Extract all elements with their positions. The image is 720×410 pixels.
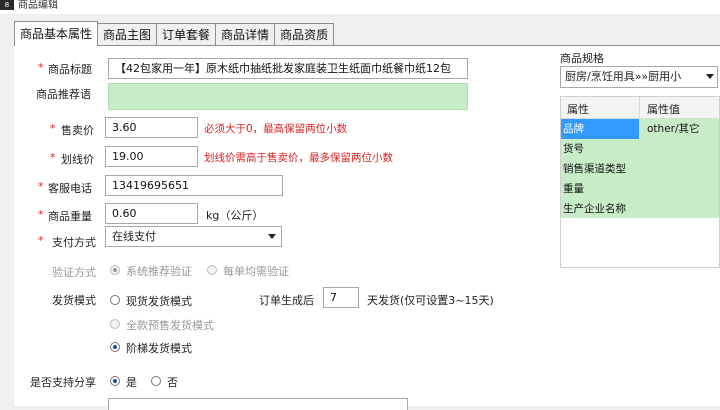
share-yes-label: 是 [126,376,137,389]
strike-price-label: 划线价 [61,153,94,166]
app-icon: 8 [0,0,14,10]
required-mark: * [38,180,44,193]
shipping-presale-radio[interactable] [110,319,120,329]
shipping-spot-label: 现货发货模式 [126,295,192,308]
attr-value[interactable]: other/其它 [647,119,700,139]
col-value-header: 属性值 [647,103,680,116]
table-row[interactable]: 生产企业名称 [561,199,719,219]
weight-input[interactable]: 0.60 [105,203,198,224]
price-input[interactable]: 3.60 [105,117,198,138]
shipping-days-input[interactable]: 7 [323,287,359,308]
required-mark: * [50,151,56,164]
chevron-down-icon [706,74,714,79]
attr-key: 重量 [563,183,584,195]
verify-label: 验证方式 [52,266,96,279]
title-label: 商品标题 [48,63,92,76]
share-no-label: 否 [167,376,178,389]
window-title: 商品编辑 [18,0,58,11]
required-mark: * [38,234,44,247]
shipping-label: 发货模式 [52,294,96,307]
payment-label: 支付方式 [52,236,96,249]
category-select[interactable]: 厨房/烹饪用具»»厨用小 [560,66,718,88]
verify-each-radio[interactable] [207,265,217,275]
weight-label: 商品重量 [48,210,92,223]
tab-product-qualification[interactable]: 商品资质 [274,23,335,46]
verify-each-label: 每单均需验证 [223,265,289,278]
attr-key: 生产企业名称 [563,203,626,215]
shipping-tiered-radio[interactable] [110,342,120,352]
shipping-presale-label: 全款预售发货模式 [126,319,214,332]
recommend-input[interactable] [108,83,468,110]
price-hint: 必须大于0，最高保留两位小数 [204,123,348,135]
tab-strip: 商品基本属性 商品主图 订单套餐 商品详情 商品资质 [14,21,335,46]
tab-main-image[interactable]: 商品主图 [97,23,158,46]
col-attribute-header: 属性 [567,103,589,116]
attribute-table: 属性 属性值 品牌 other/其它 货号 销售渠道类型 重量 生产企业名称 [560,96,720,268]
service-phone-input[interactable]: 13419695651 [105,175,283,196]
window-titlebar: 8 商品编辑 [0,0,720,14]
required-mark: * [38,61,44,74]
attribute-table-header: 属性 属性值 [561,97,719,119]
recommend-label: 商品推荐语 [36,88,91,101]
required-mark: * [50,122,56,135]
tab-content-panel: * 商品标题 【42包家用一年】原木纸巾抽纸批发家庭装卫生纸面巾纸餐巾纸12包 … [14,45,720,410]
attr-key: 品牌 [561,119,639,139]
partial-input-below[interactable] [108,398,408,410]
shipping-after-label: 订单生成后 [259,294,314,307]
chevron-down-icon [268,234,276,239]
table-row[interactable]: 重量 [561,179,719,199]
strike-price-hint: 划线价需高于售卖价，最多保留两位小数 [204,152,393,164]
payment-select[interactable]: 在线支付 [105,226,282,247]
required-mark: * [38,208,44,221]
shipping-spot-radio[interactable] [110,295,120,305]
shipping-tiered-label: 阶梯发货模式 [126,342,192,355]
column-divider [639,97,640,118]
spec-label: 商品规格 [560,52,604,65]
attr-key: 货号 [563,143,584,155]
table-row[interactable]: 销售渠道类型 [561,159,719,179]
table-row[interactable]: 货号 [561,139,719,159]
price-label: 售卖价 [61,124,94,137]
tab-product-details[interactable]: 商品详情 [215,23,276,46]
weight-unit: kg（公斤） [206,209,264,222]
category-selected-value: 厨房/烹饪用具»»厨用小 [565,70,682,83]
tab-basic-attributes[interactable]: 商品基本属性 [14,21,99,46]
attr-key: 销售渠道类型 [563,163,626,175]
share-label: 是否支持分享 [30,376,96,389]
share-no-radio[interactable] [151,376,161,386]
verify-system-label: 系统推荐验证 [126,265,192,278]
service-phone-label: 客服电话 [48,182,92,195]
share-yes-radio[interactable] [110,376,120,386]
strike-price-input[interactable]: 19.00 [105,146,198,167]
title-input[interactable]: 【42包家用一年】原木纸巾抽纸批发家庭装卫生纸面巾纸餐巾纸12包 [108,58,468,79]
shipping-days-hint: 天发货(仅可设置3~15天) [367,294,494,307]
tab-order-package[interactable]: 订单套餐 [156,23,217,46]
attribute-table-body: 品牌 other/其它 货号 销售渠道类型 重量 生产企业名称 [561,119,719,218]
payment-selected-value: 在线支付 [112,230,156,243]
table-row[interactable]: 品牌 other/其它 [561,119,719,139]
verify-system-radio[interactable] [110,265,120,275]
